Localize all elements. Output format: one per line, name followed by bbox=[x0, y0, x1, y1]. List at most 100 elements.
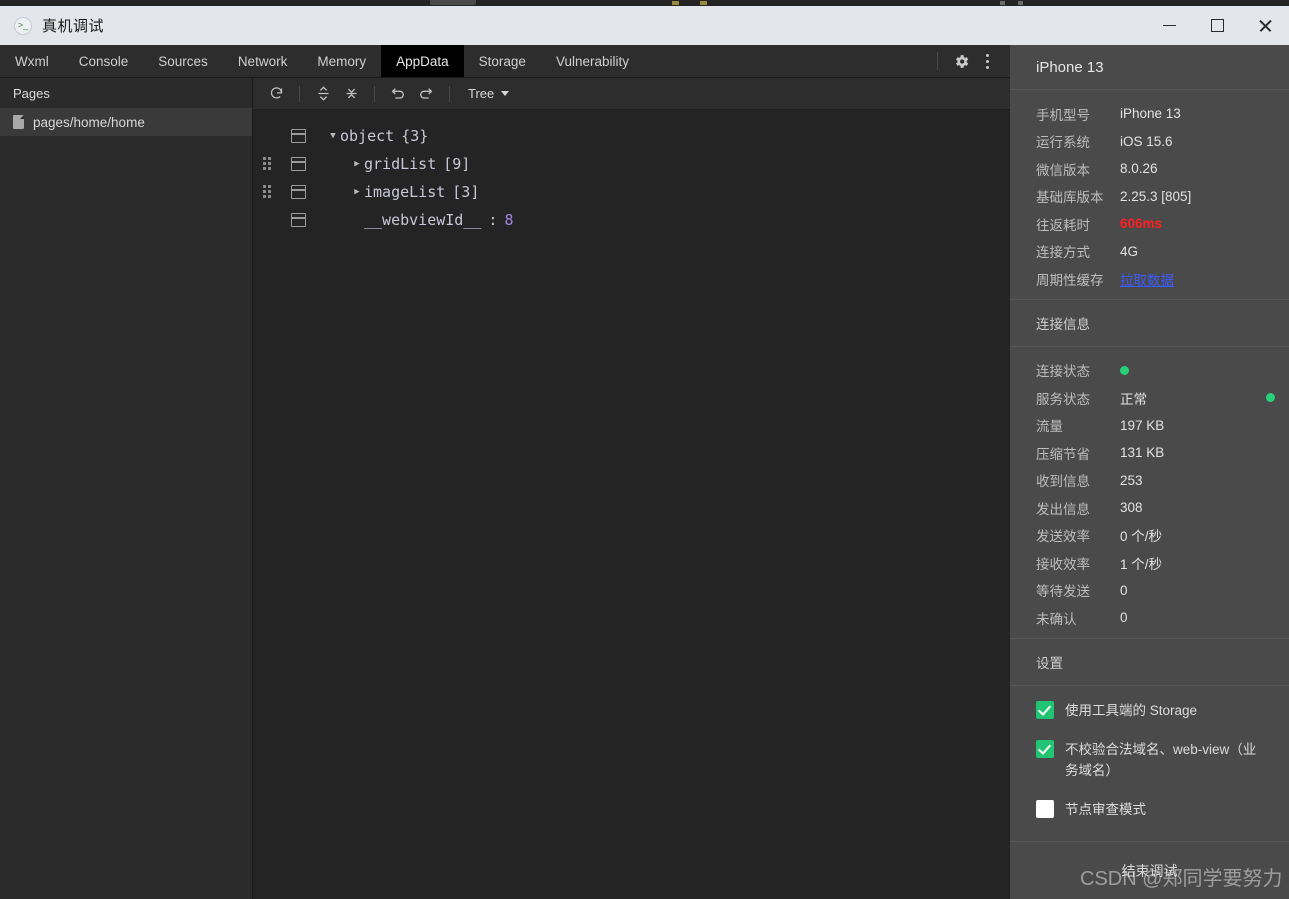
close-button[interactable] bbox=[1241, 6, 1289, 45]
info-key: 连接状态 bbox=[1036, 364, 1090, 380]
info-value: 0 bbox=[1120, 582, 1128, 598]
appdata-toolbar: Tree bbox=[253, 78, 1010, 110]
info-key: 流量 bbox=[1036, 419, 1063, 435]
gear-icon[interactable] bbox=[948, 48, 974, 74]
info-value: 2.25.3 [805] bbox=[1120, 188, 1192, 204]
device-info-row: 运行系统 iOS 15.6 bbox=[1010, 128, 1289, 156]
view-mode-label: Tree bbox=[468, 86, 495, 101]
view-mode-dropdown[interactable]: Tree bbox=[460, 82, 517, 106]
fetch-data-link[interactable]: 拉取数据 bbox=[1120, 269, 1174, 289]
setting-use-tool-storage[interactable]: 使用工具端的 Storage bbox=[1010, 700, 1289, 721]
connection-info-row: 连接状态 bbox=[1010, 357, 1289, 385]
tree-node-colon: : bbox=[488, 211, 498, 229]
tab-console[interactable]: Console bbox=[64, 45, 144, 77]
tab-wxml[interactable]: Wxml bbox=[0, 45, 64, 77]
info-key: 基础库版本 bbox=[1036, 190, 1104, 206]
info-key: 等待发送 bbox=[1036, 584, 1090, 600]
json-tree: ▼ object {3} ▶ gridList [9] ▶ imageList … bbox=[253, 110, 1010, 234]
object-node-icon bbox=[291, 157, 306, 171]
tree-row[interactable]: __webviewId__ : 8 bbox=[253, 206, 1010, 234]
tree-row[interactable]: ▶ gridList [9] bbox=[253, 150, 1010, 178]
info-key: 手机型号 bbox=[1036, 107, 1090, 123]
tab-vulnerability[interactable]: Vulnerability bbox=[541, 45, 644, 77]
tree-row[interactable]: ▼ object {3} bbox=[253, 122, 1010, 150]
toolbar-divider-1 bbox=[299, 85, 300, 102]
connection-info-row: 发出信息 308 bbox=[1010, 494, 1289, 522]
sidebar-item-label: pages/home/home bbox=[33, 114, 145, 130]
info-key: 接收效率 bbox=[1036, 556, 1090, 572]
service-status-dot bbox=[1266, 393, 1275, 403]
tab-sources[interactable]: Sources bbox=[143, 45, 223, 77]
tab-memory[interactable]: Memory bbox=[302, 45, 381, 77]
connection-info-row: 流量 197 KB bbox=[1010, 412, 1289, 440]
latency-value: 606ms bbox=[1120, 216, 1163, 232]
undo-icon[interactable] bbox=[385, 82, 411, 106]
pages-sidebar: Pages pages/home/home bbox=[0, 78, 253, 899]
info-key: 周期性缓存 bbox=[1036, 272, 1104, 288]
info-key: 未确认 bbox=[1036, 611, 1077, 627]
checkbox-checked-icon[interactable] bbox=[1036, 700, 1054, 719]
checkbox-checked-icon[interactable] bbox=[1036, 739, 1054, 758]
connection-info-row: 发送效率 0 个/秒 bbox=[1010, 522, 1289, 550]
info-value: 正常 bbox=[1120, 391, 1147, 407]
setting-label: 使用工具端的 Storage bbox=[1065, 702, 1198, 718]
tree-node-key: __webviewId__ bbox=[364, 211, 482, 229]
info-value: 0 bbox=[1120, 610, 1128, 626]
checkbox-unchecked-icon[interactable] bbox=[1036, 799, 1054, 818]
sidebar-item-pages-home-home[interactable]: pages/home/home bbox=[0, 108, 252, 136]
expand-all-icon[interactable] bbox=[338, 82, 364, 106]
info-value: 131 KB bbox=[1120, 445, 1165, 461]
tree-node-key: imageList bbox=[364, 183, 446, 201]
drag-handle-icon[interactable] bbox=[263, 157, 273, 171]
device-info-panel: iPhone 13 手机型号 iPhone 13 运行系统 iOS 15.6 微… bbox=[1010, 45, 1289, 899]
tab-storage[interactable]: Storage bbox=[464, 45, 541, 77]
redo-icon[interactable] bbox=[413, 82, 439, 106]
setting-label: 节点审查模式 bbox=[1065, 801, 1146, 817]
devtools-window: >_ 真机调试 Wxml Console Sources Network Mem… bbox=[0, 0, 1289, 899]
twisty-collapsed-icon[interactable]: ▶ bbox=[350, 159, 364, 169]
settings-list: 使用工具端的 Storage 不校验合法域名、web-view（业务域名） 节点… bbox=[1010, 686, 1289, 820]
info-key: 运行系统 bbox=[1036, 135, 1090, 151]
object-node-icon bbox=[291, 185, 306, 199]
maximize-button[interactable] bbox=[1193, 6, 1241, 45]
connection-info-row: 服务状态 正常 bbox=[1010, 384, 1289, 412]
connection-status-dot bbox=[1120, 365, 1129, 375]
terminal-icon: >_ bbox=[14, 16, 32, 35]
info-key: 往返耗时 bbox=[1036, 217, 1090, 233]
tree-node-count: {3} bbox=[401, 127, 429, 145]
twisty-expanded-icon[interactable]: ▼ bbox=[326, 131, 340, 141]
setting-node-inspect-mode[interactable]: 节点审查模式 bbox=[1010, 799, 1289, 820]
background-strip-dot-c bbox=[1000, 1, 1005, 5]
info-value: 0 个/秒 bbox=[1120, 529, 1163, 545]
device-info-list: 手机型号 iPhone 13 运行系统 iOS 15.6 微信版本 8.0.26… bbox=[1010, 90, 1289, 299]
minimize-button[interactable] bbox=[1145, 6, 1193, 45]
collapse-all-icon[interactable] bbox=[310, 82, 336, 106]
info-key: 微信版本 bbox=[1036, 162, 1090, 178]
tab-appdata[interactable]: AppData bbox=[381, 45, 464, 77]
drag-handle-icon[interactable] bbox=[263, 185, 273, 199]
tab-network[interactable]: Network bbox=[223, 45, 303, 77]
twisty-collapsed-icon[interactable]: ▶ bbox=[350, 187, 364, 197]
device-info-row: 基础库版本 2.25.3 [805] bbox=[1010, 183, 1289, 211]
info-value: 4G bbox=[1120, 243, 1139, 259]
end-debug-button[interactable]: 结束调试 bbox=[1122, 861, 1178, 881]
info-value: 197 KB bbox=[1120, 417, 1165, 433]
devtools-tab-bar: Wxml Console Sources Network Memory AppD… bbox=[0, 45, 1010, 78]
setting-skip-domain-check[interactable]: 不校验合法域名、web-view（业务域名） bbox=[1010, 739, 1289, 781]
file-icon bbox=[13, 115, 24, 129]
connection-info-row: 接收效率 1 个/秒 bbox=[1010, 549, 1289, 577]
info-key: 收到信息 bbox=[1036, 474, 1090, 490]
background-strip-dot-d bbox=[1018, 1, 1023, 5]
end-debug-footer: 结束调试 bbox=[1010, 841, 1289, 899]
connection-info-title: 连接信息 bbox=[1010, 298, 1289, 347]
tab-bar-actions bbox=[927, 45, 1010, 77]
info-value: 1 个/秒 bbox=[1120, 556, 1163, 572]
connection-info-row: 压缩节省 131 KB bbox=[1010, 439, 1289, 467]
info-value: 308 bbox=[1120, 500, 1143, 516]
window-controls bbox=[1145, 6, 1289, 45]
kebab-menu-icon[interactable] bbox=[974, 48, 1000, 74]
tree-row[interactable]: ▶ imageList [3] bbox=[253, 178, 1010, 206]
background-strip-dot-b bbox=[700, 1, 707, 5]
refresh-icon[interactable] bbox=[263, 82, 289, 106]
device-info-row: 往返耗时 606ms bbox=[1010, 210, 1289, 238]
